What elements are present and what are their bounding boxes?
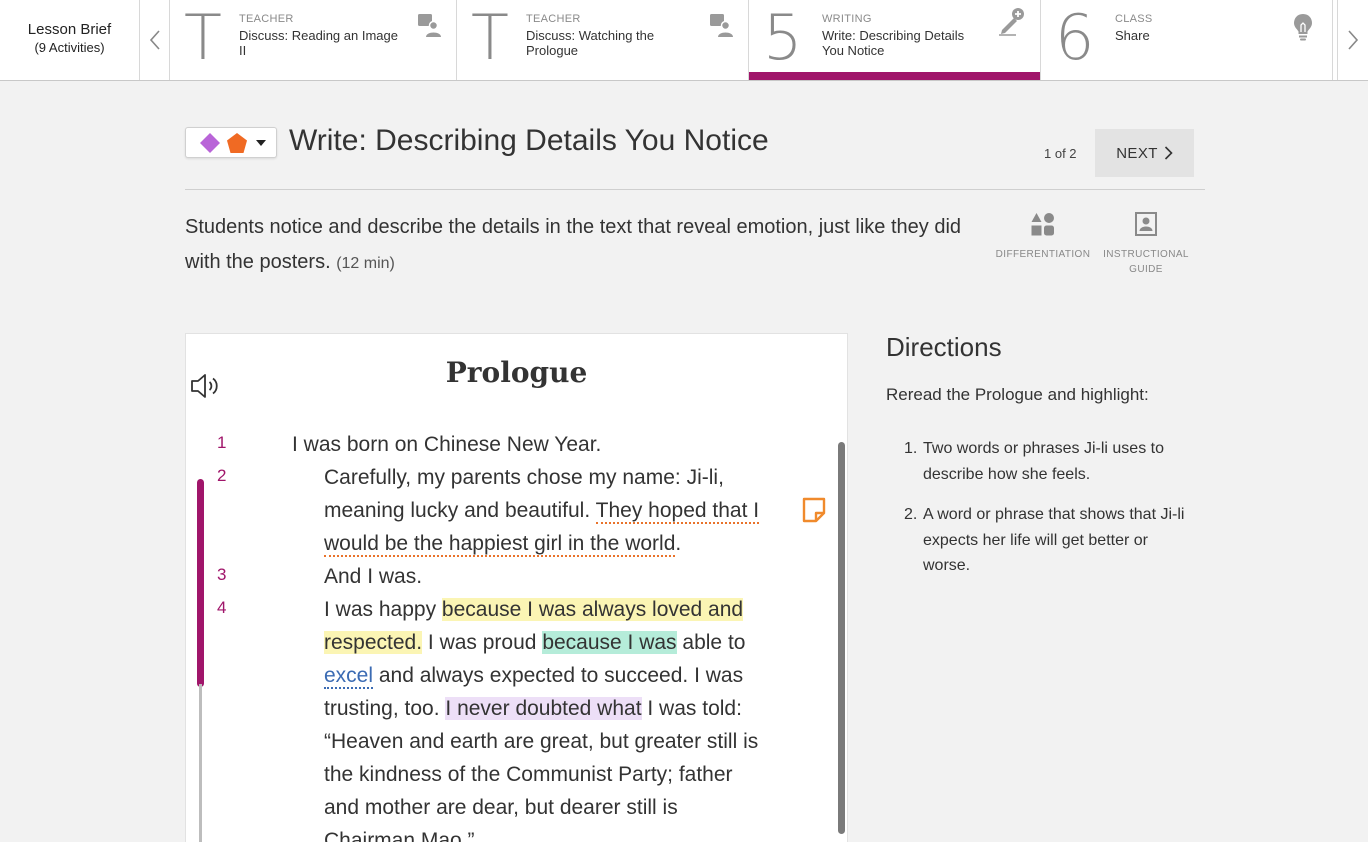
next-label: NEXT — [1116, 144, 1158, 162]
chevron-left-icon — [149, 30, 160, 50]
lesson-brief-button[interactable]: Lesson Brief (9 Activities) — [0, 0, 140, 80]
nav-tab-marker: 5 — [763, 1, 803, 74]
activity-navigation: Lesson Brief (9 Activities) T TEACHER Di… — [0, 0, 1368, 81]
teal-highlight[interactable]: because I was — [542, 631, 677, 654]
teacher-presenter-icon — [710, 14, 733, 37]
nav-tab-kind: TEACHER — [526, 13, 581, 25]
directions-title: Directions — [886, 332, 1002, 362]
nav-tab-kind: WRITING — [822, 13, 872, 25]
nav-tab-discuss-reading-image[interactable]: T TEACHER Discuss: Reading an Image II — [170, 0, 457, 80]
directions-list: 1. Two words or phrases Ji-li uses to des… — [904, 436, 1194, 594]
purple-highlight[interactable]: I never doubted what — [445, 697, 642, 720]
nav-tab-marker: 6 — [1055, 1, 1095, 74]
instructional-guide-label: INSTRUCTIONAL GUIDE — [1103, 249, 1189, 275]
instructional-guide-icon — [1135, 212, 1157, 236]
direction-number: 2. — [904, 506, 918, 523]
prologue-text: I was born on Chinese New Year. Carefull… — [292, 428, 772, 842]
nav-tab-kind: CLASS — [1115, 13, 1153, 25]
direction-text: Two words or phrases Ji-li uses to descr… — [923, 440, 1164, 483]
direction-number: 1. — [904, 440, 918, 457]
text-run: I was happy — [324, 598, 437, 621]
nav-tab-name: Write: Describing Details You Notice — [822, 28, 965, 58]
pencil-add-icon — [999, 8, 1024, 36]
nav-tab-kind: TEACHER — [239, 13, 294, 25]
nav-next-button[interactable] — [1337, 0, 1367, 80]
text-scrollbar[interactable] — [838, 442, 845, 834]
lesson-brief-count: (9 Activities) — [34, 40, 105, 55]
reading-progress-track — [199, 684, 202, 842]
differentiation-icon — [1031, 213, 1054, 236]
paragraph: And I was. — [324, 565, 423, 588]
direction-item: 2. A word or phrase that shows that Ji-li… — [904, 502, 1194, 579]
directions-intro: Reread the Prologue and highlight: — [886, 385, 1149, 404]
teacher-presenter-icon — [418, 14, 441, 37]
line-number: 3 — [217, 565, 227, 584]
line-number: 4 — [217, 598, 227, 617]
chevron-right-icon — [1347, 30, 1358, 50]
orange-pentagon-icon — [227, 133, 247, 153]
paragraph: Carefully, my parents chose my name: Ji-… — [292, 461, 772, 560]
lesson-brief-title: Lesson Brief — [27, 21, 112, 38]
lightbulb-icon — [1294, 14, 1312, 41]
differentiation-button[interactable]: DIFFERENTIATION — [994, 212, 1092, 262]
nav-tab-name: Share — [1115, 28, 1150, 43]
reading-progress-bar — [197, 479, 204, 687]
activity-duration: (12 min) — [336, 255, 395, 272]
nav-tab-name: Discuss: Watching the Prologue — [526, 28, 655, 58]
page-title: Write: Describing Details You Notice — [289, 124, 769, 157]
nav-tab-class-share[interactable]: 6 CLASS Share — [1041, 0, 1333, 80]
paragraph: I was born on Chinese New Year. — [292, 433, 602, 456]
text-run: able to — [682, 631, 746, 654]
nav-tab-discuss-watching-prologue[interactable]: T TEACHER Discuss: Watching the Prologue — [457, 0, 749, 80]
instructional-guide-button[interactable]: INSTRUCTIONAL GUIDE — [1100, 212, 1192, 277]
nav-tab-write-describing-details[interactable]: 5 WRITING Write: Describing Details You … — [749, 0, 1041, 80]
highlight-color-picker[interactable] — [185, 127, 277, 158]
chevron-right-icon — [1164, 146, 1173, 160]
header-divider — [185, 189, 1205, 190]
vocab-word-link[interactable]: excel — [324, 664, 374, 689]
purple-diamond-icon — [200, 133, 220, 153]
nav-tab-name: Discuss: Reading an Image II — [239, 28, 398, 58]
paragraph: I was happy because I was always loved a… — [292, 593, 772, 842]
text-run: . — [675, 532, 682, 555]
reading-panel: Prologue 1 2 3 4 I was born on Chinese N… — [185, 333, 848, 842]
direction-text: A word or phrase that shows that Ji-li e… — [923, 506, 1185, 574]
page-count: 1 of 2 — [1044, 146, 1077, 161]
direction-item: 1. Two words or phrases Ji-li uses to des… — [904, 436, 1194, 487]
description-text: Students notice and describe the details… — [185, 216, 962, 273]
nav-prev-button[interactable] — [140, 0, 170, 80]
activity-description: Students notice and describe the details… — [185, 210, 985, 281]
text-title: Prologue — [445, 356, 588, 389]
line-number: 2 — [217, 466, 227, 485]
nav-tab-marker: T — [184, 1, 222, 74]
caret-down-icon — [256, 140, 266, 146]
next-button[interactable]: NEXT — [1095, 129, 1194, 177]
nav-tab-marker: T — [471, 1, 509, 74]
sticky-note-icon[interactable] — [801, 496, 827, 524]
text-run: I was proud — [427, 631, 537, 654]
line-number: 1 — [217, 433, 227, 452]
differentiation-label: DIFFERENTIATION — [995, 249, 1091, 260]
